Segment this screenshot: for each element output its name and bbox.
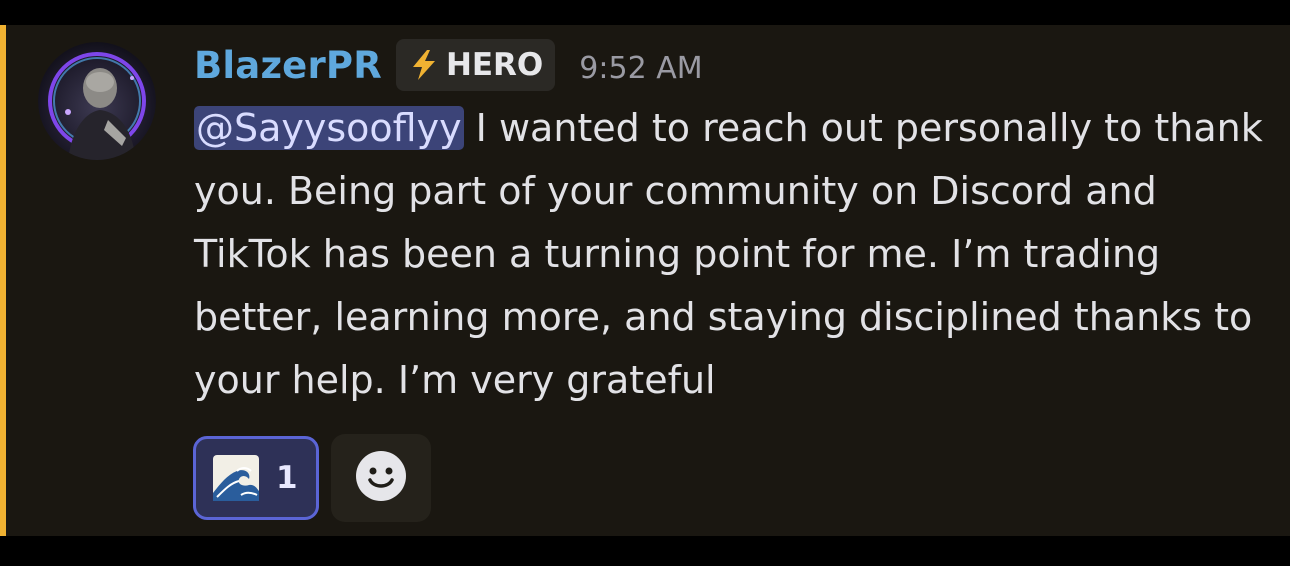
message-content: @Sayysooflyy I wanted to reach out perso… bbox=[194, 97, 1276, 412]
smiley-face-icon bbox=[355, 450, 407, 506]
server-tag-label: HERO bbox=[445, 47, 544, 83]
lightning-bolt-icon bbox=[406, 47, 442, 83]
message-text: I wanted to reach out personally to than… bbox=[194, 106, 1263, 402]
server-tag[interactable]: HERO bbox=[395, 39, 556, 91]
reaction-wave[interactable]: 1 bbox=[193, 436, 319, 520]
reactions-bar: 1 bbox=[193, 434, 431, 522]
author-username[interactable]: BlazerPR bbox=[194, 44, 382, 87]
message-header: BlazerPR HERO 9:52 AM bbox=[194, 37, 703, 93]
mention-highlight-bar bbox=[0, 25, 6, 536]
avatar[interactable] bbox=[38, 42, 156, 160]
wave-emoji bbox=[210, 452, 262, 504]
chat-message: BlazerPR HERO 9:52 AM @Sayysooflyy I wan… bbox=[0, 25, 1290, 536]
reaction-count: 1 bbox=[276, 460, 298, 496]
user-mention[interactable]: @Sayysooflyy bbox=[194, 106, 464, 150]
add-reaction-button[interactable] bbox=[331, 434, 431, 522]
message-timestamp: 9:52 AM bbox=[579, 50, 703, 86]
